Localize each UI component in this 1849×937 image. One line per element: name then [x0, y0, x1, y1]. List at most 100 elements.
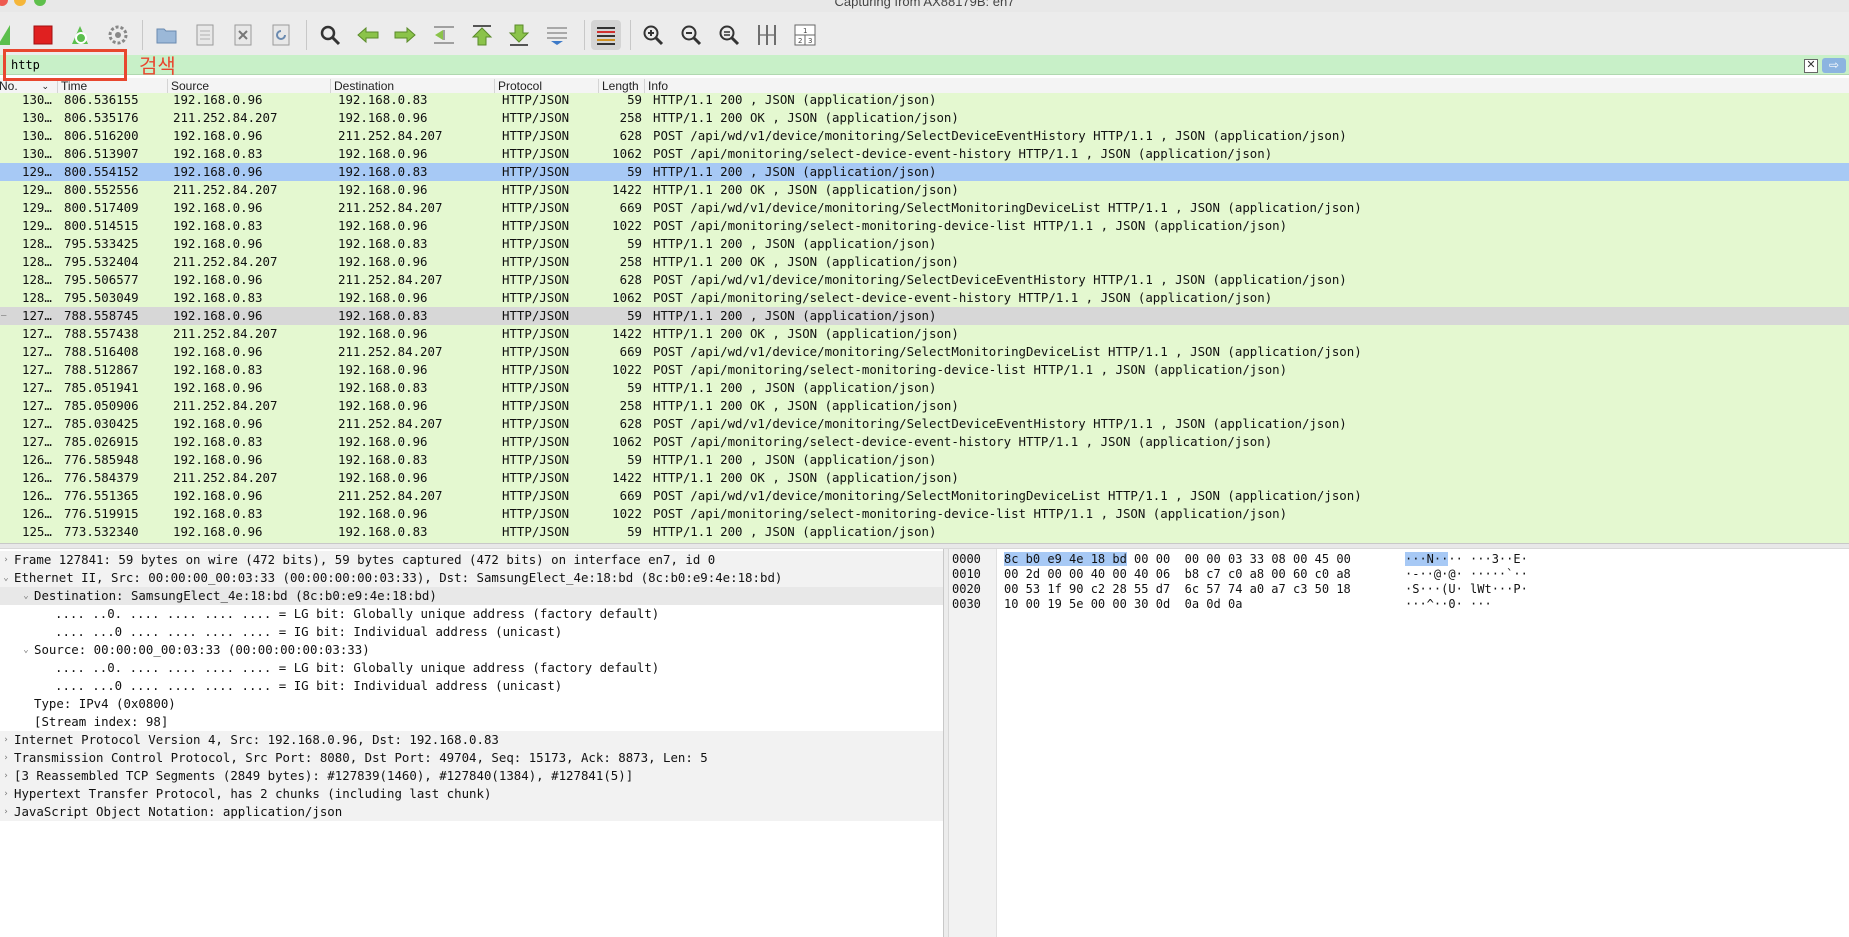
column-header-info[interactable]: Info	[645, 79, 1849, 93]
bytes-hex[interactable]: 8c b0 e9 4e 18 bd 00 00 00 00 03 33 08 0…	[1004, 552, 1351, 567]
save-file-icon[interactable]	[190, 20, 220, 50]
bytes-ascii[interactable]: ·-··@·@· ·····`··	[1405, 567, 1528, 582]
collapsed-chevron-icon[interactable]: ›	[0, 551, 12, 569]
bytes-hex[interactable]: 10 00 19 5e 00 00 30 0d 0a 0d 0a	[1004, 597, 1242, 612]
packet-row[interactable]: 127… 788.558745 192.168.0.96 192.168.0.83 HT…	[0, 307, 1849, 325]
column-header-source[interactable]: Source	[168, 79, 331, 93]
packet-cell-info: POST /api/wd/v1/device/monitoring/Select…	[653, 344, 1362, 359]
detail-tree-item[interactable]: › Hypertext Transfer Protocol, has 2 chun…	[0, 785, 943, 803]
packet-row[interactable]: 127… 788.512867 192.168.0.83 192.168.0.96 HT…	[0, 361, 1849, 379]
packet-row[interactable]: 127… 785.050906 211.252.84.207 192.168.0.96…	[0, 397, 1849, 415]
column-header-no[interactable]: No. ⌄	[0, 79, 58, 93]
layout-icon[interactable]: 123	[790, 20, 820, 50]
packet-row[interactable]: 130… 806.513907 192.168.0.83 192.168.0.96 HT…	[0, 145, 1849, 163]
normal-size-icon[interactable]	[714, 20, 744, 50]
packet-cell-src: 211.252.84.207	[173, 254, 278, 269]
detail-tree-item[interactable]: .... ...0 .... .... .... .... = IG bit: …	[0, 677, 943, 695]
packet-row[interactable]: 127… 785.026915 192.168.0.83 192.168.0.96 HT…	[0, 433, 1849, 451]
packet-row[interactable]: 129… 800.552556 211.252.84.207 192.168.0.96…	[0, 181, 1849, 199]
packet-row[interactable]: 128… 795.532404 211.252.84.207 192.168.0.96…	[0, 253, 1849, 271]
bytes-hex-rest: 00 00 00 00 03 33 08 00 45 00	[1126, 552, 1351, 566]
stop-capture-icon[interactable]	[28, 20, 58, 50]
close-file-icon[interactable]	[228, 20, 258, 50]
detail-tree-item[interactable]: › Internet Protocol Version 4, Src: 192.1…	[0, 731, 943, 749]
packet-row[interactable]: 129… 800.554152 192.168.0.96 192.168.0.83 HT…	[0, 163, 1849, 181]
packet-row[interactable]: 128… 795.503049 192.168.0.83 192.168.0.96 HT…	[0, 289, 1849, 307]
go-forward-icon[interactable]	[390, 20, 420, 50]
bytes-hex[interactable]: 00 53 1f 90 c2 28 55 d7 6c 57 74 a0 a7 c…	[1004, 582, 1351, 597]
bytes-hex[interactable]: 00 2d 00 00 40 00 40 06 b8 c7 c0 a8 00 6…	[1004, 567, 1351, 582]
detail-tree-item[interactable]: [Stream index: 98]	[0, 713, 943, 731]
bytes-ascii[interactable]: ·S···(U· lWt···P·	[1405, 582, 1528, 597]
detail-tree-item[interactable]: › [3 Reassembled TCP Segments (2849 bytes…	[0, 767, 943, 785]
find-packet-icon[interactable]	[315, 20, 345, 50]
packet-row[interactable]: 128… 795.506577 192.168.0.96 211.252.84.207…	[0, 271, 1849, 289]
packet-row[interactable]: 127… 788.557438 211.252.84.207 192.168.0.96…	[0, 325, 1849, 343]
collapsed-chevron-icon[interactable]: ›	[0, 785, 12, 803]
detail-tree-item[interactable]: ⌄ Ethernet II, Src: 00:00:00_00:03:33 (00…	[0, 569, 943, 587]
expanded-chevron-icon[interactable]: ⌄	[20, 641, 32, 659]
detail-tree-item[interactable]: › Transmission Control Protocol, Src Port…	[0, 749, 943, 767]
detail-tree-item[interactable]: .... ...0 .... .... .... .... = IG bit: …	[0, 623, 943, 641]
packet-row[interactable]: 129… 800.517409 192.168.0.96 211.252.84.207…	[0, 199, 1849, 217]
packet-row[interactable]: 126… 776.519915 192.168.0.83 192.168.0.96 HT…	[0, 505, 1849, 523]
collapsed-chevron-icon[interactable]: ›	[0, 803, 12, 821]
packet-row[interactable]: 130… 806.536155 192.168.0.96 192.168.0.83 HT…	[0, 93, 1849, 109]
packet-row[interactable]: 130… 806.516200 192.168.0.96 211.252.84.207…	[0, 127, 1849, 145]
column-header-destination[interactable]: Destination	[331, 79, 495, 93]
packet-row[interactable]: 130… 806.535176 211.252.84.207 192.168.0.96…	[0, 109, 1849, 127]
restart-capture-icon[interactable]	[66, 20, 96, 50]
bytes-ascii[interactable]: ···N···· ···3··E·	[1405, 552, 1528, 567]
packet-cell-dst: 192.168.0.83	[338, 380, 428, 395]
packet-cell-proto: HTTP/JSON	[502, 236, 570, 251]
packet-cell-time: 795.533425	[64, 236, 139, 251]
clear-filter-icon[interactable]: ✕	[1804, 59, 1818, 73]
expanded-chevron-icon[interactable]: ⌄	[20, 587, 32, 605]
packet-row[interactable]: 127… 785.051941 192.168.0.96 192.168.0.83 HT…	[0, 379, 1849, 397]
packet-bytes-pane[interactable]: 0000 8c b0 e9 4e 18 bd 00 00 00 00 03 33 …	[949, 549, 1849, 937]
packet-row[interactable]: 126… 776.584379 211.252.84.207 192.168.0.96…	[0, 469, 1849, 487]
resize-columns-icon[interactable]	[752, 20, 782, 50]
packet-row[interactable]: 128… 795.533425 192.168.0.96 192.168.0.83 HT…	[0, 235, 1849, 253]
zoom-out-icon[interactable]	[676, 20, 706, 50]
detail-tree-item[interactable]: ⌄ Destination: SamsungElect_4e:18:bd (8c:…	[0, 587, 943, 605]
first-packet-icon[interactable]	[467, 20, 497, 50]
bytes-ascii[interactable]: ···^··0· ···	[1405, 597, 1492, 612]
collapsed-chevron-icon[interactable]: ›	[0, 749, 12, 767]
detail-tree-item[interactable]: Type: IPv4 (0x0800)	[0, 695, 943, 713]
packet-details-pane[interactable]: › Frame 127841: 59 bytes on wire (472 bit…	[0, 549, 943, 937]
column-header-time[interactable]: Time	[58, 79, 168, 93]
packet-row[interactable]: 127… 788.516408 192.168.0.96 211.252.84.207…	[0, 343, 1849, 361]
packet-row[interactable]: 127… 785.030425 192.168.0.96 211.252.84.207…	[0, 415, 1849, 433]
capture-options-icon[interactable]	[103, 20, 133, 50]
column-header-length[interactable]: Length	[599, 79, 645, 93]
detail-tree-item[interactable]: .... ..0. .... .... .... .... = LG bit: …	[0, 659, 943, 677]
packet-cell-time: 788.512867	[64, 362, 139, 377]
detail-tree-item[interactable]: .... ..0. .... .... .... .... = LG bit: …	[0, 605, 943, 623]
packet-cell-len: 1062	[612, 434, 642, 449]
packet-cell-len: 59	[627, 524, 642, 539]
detail-tree-item[interactable]: › JavaScript Object Notation: application…	[0, 803, 943, 821]
reload-file-icon[interactable]	[266, 20, 296, 50]
packet-row[interactable]: 126… 776.551365 192.168.0.96 211.252.84.207…	[0, 487, 1849, 505]
collapsed-chevron-icon[interactable]: ›	[0, 767, 12, 785]
packet-row[interactable]: 126… 776.585948 192.168.0.96 192.168.0.83 HT…	[0, 451, 1849, 469]
column-header-protocol[interactable]: Protocol	[495, 79, 599, 93]
zoom-in-icon[interactable]	[638, 20, 668, 50]
colorize-icon[interactable]	[591, 20, 621, 50]
go-to-packet-icon[interactable]	[429, 20, 459, 50]
go-back-icon[interactable]	[353, 20, 383, 50]
packet-list[interactable]: 130… 806.536155 192.168.0.96 192.168.0.83 HT…	[0, 93, 1849, 543]
auto-scroll-icon[interactable]	[542, 20, 572, 50]
detail-tree-item[interactable]: ⌄ Source: 00:00:00_00:03:33 (00:00:00:00:…	[0, 641, 943, 659]
collapsed-chevron-icon[interactable]: ›	[0, 731, 12, 749]
apply-filter-button[interactable]: ⇨	[1822, 58, 1846, 73]
detail-tree-item[interactable]: › Frame 127841: 59 bytes on wire (472 bit…	[0, 551, 943, 569]
shark-fin-start-icon[interactable]	[0, 20, 22, 50]
display-filter-input[interactable]	[8, 56, 124, 74]
expanded-chevron-icon[interactable]: ⌄	[0, 569, 12, 587]
packet-row[interactable]: 129… 800.514515 192.168.0.83 192.168.0.96 HT…	[0, 217, 1849, 235]
last-packet-icon[interactable]	[504, 20, 534, 50]
packet-row[interactable]: 125… 773.532340 192.168.0.96 192.168.0.83 HT…	[0, 523, 1849, 541]
open-file-icon[interactable]	[152, 20, 182, 50]
